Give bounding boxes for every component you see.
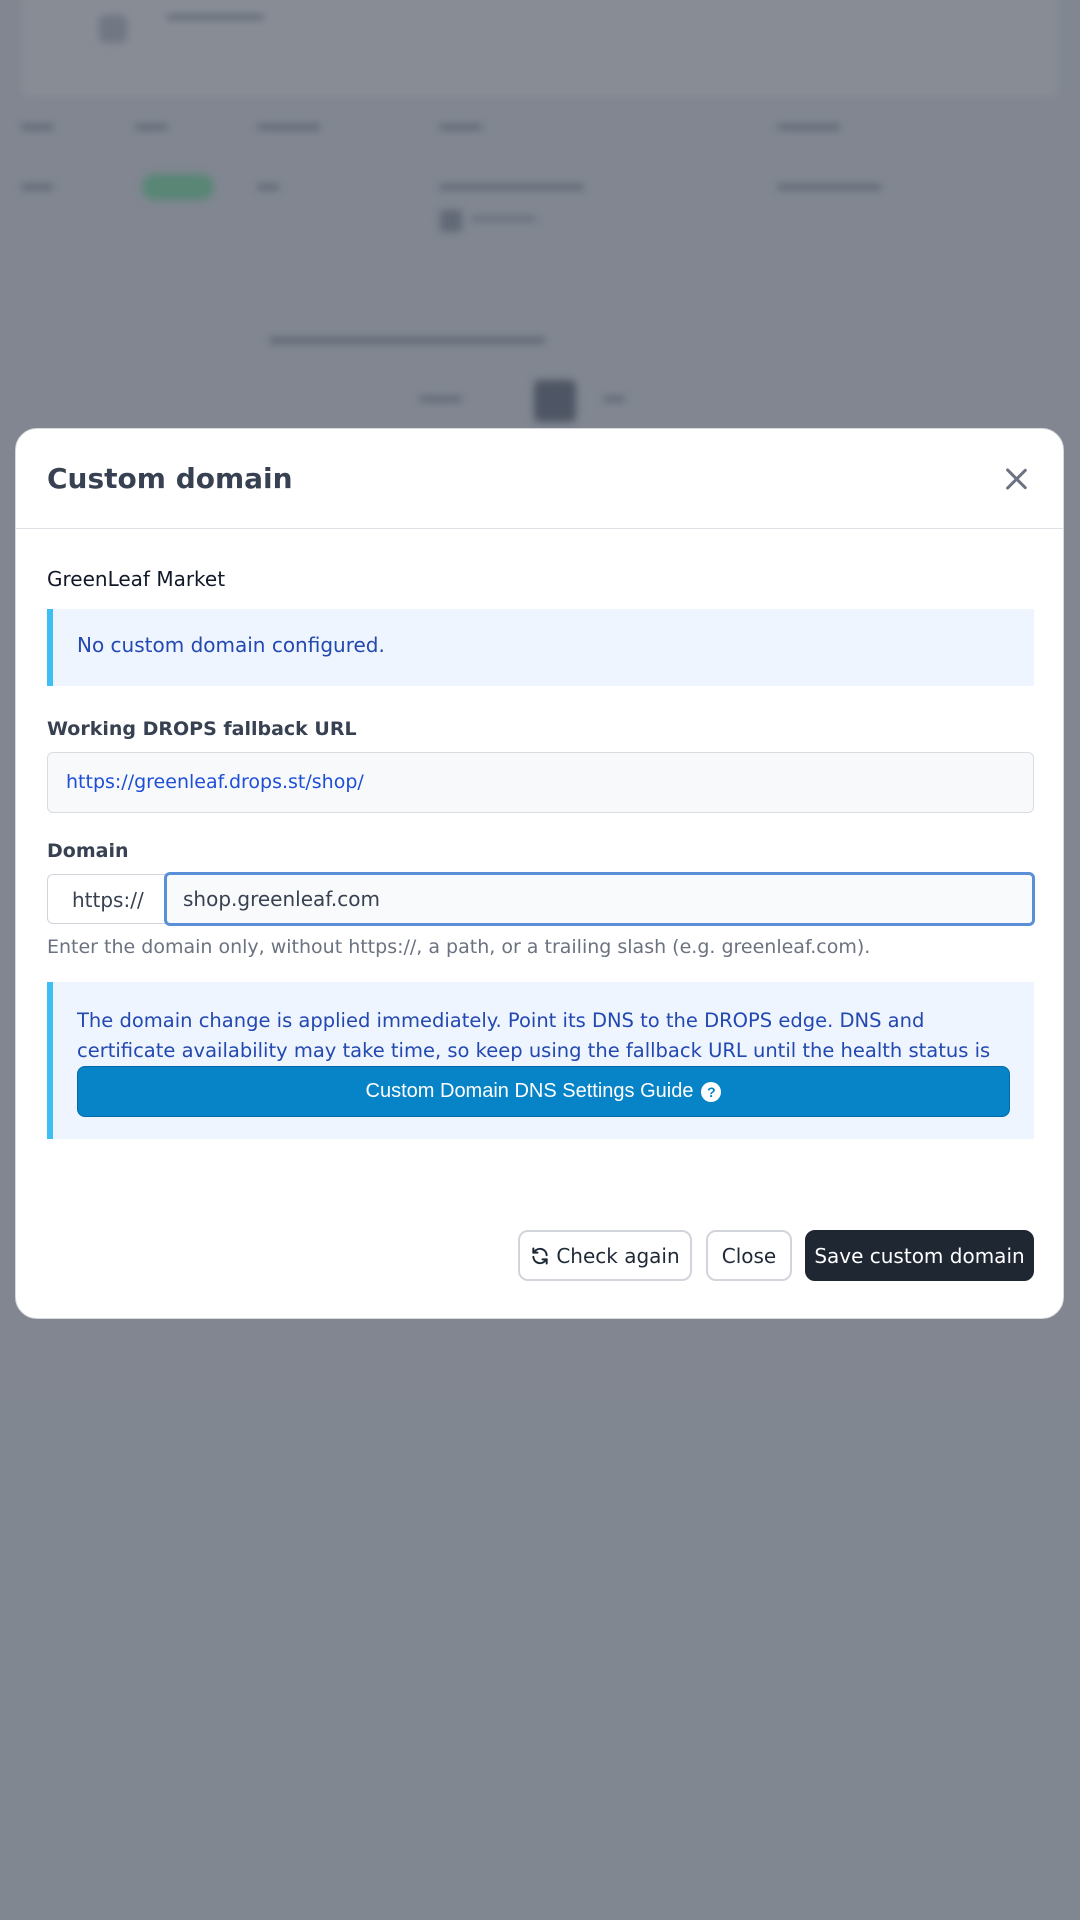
dns-settings-guide-label: Custom Domain DNS Settings Guide [365,1080,694,1102]
check-again-button[interactable]: Check again [518,1230,692,1281]
refresh-icon [532,1247,548,1264]
check-again-label: Check again [556,1243,680,1268]
modal-title: Custom domain [47,462,293,495]
modal-header: Custom domain [16,429,1063,529]
close-button[interactable]: Close [706,1230,792,1281]
shop-name: GreenLeaf Market [47,567,226,591]
fallback-url-label: Working DROPS fallback URL [47,718,357,740]
dns-settings-guide-button[interactable]: Custom Domain DNS Settings Guide ? [77,1066,1010,1117]
close-label: Close [721,1243,777,1268]
save-custom-domain-label: Save custom domain [814,1243,1025,1268]
no-domain-alert: No custom domain configured. [47,609,1034,686]
custom-domain-modal: Custom domain GreenLeaf Market No custom… [15,428,1064,1319]
domain-prefix: https:// [47,874,167,924]
domain-input[interactable] [164,872,1035,926]
question-circle-icon: ? [701,1081,722,1102]
close-icon[interactable] [996,459,1036,499]
dns-info-alert: The domain change is applied immediately… [47,982,1034,1139]
no-domain-alert-text: No custom domain configured. [77,633,385,657]
save-custom-domain-button[interactable]: Save custom domain [805,1230,1034,1281]
fallback-url-field: https://greenleaf.drops.st/shop/ [47,752,1034,813]
domain-help-text: Enter the domain only, without https://,… [47,936,871,958]
domain-label: Domain [47,840,129,862]
fallback-url-link[interactable]: https://greenleaf.drops.st/shop/ [66,771,364,793]
domain-prefix-text: https:// [72,888,144,912]
